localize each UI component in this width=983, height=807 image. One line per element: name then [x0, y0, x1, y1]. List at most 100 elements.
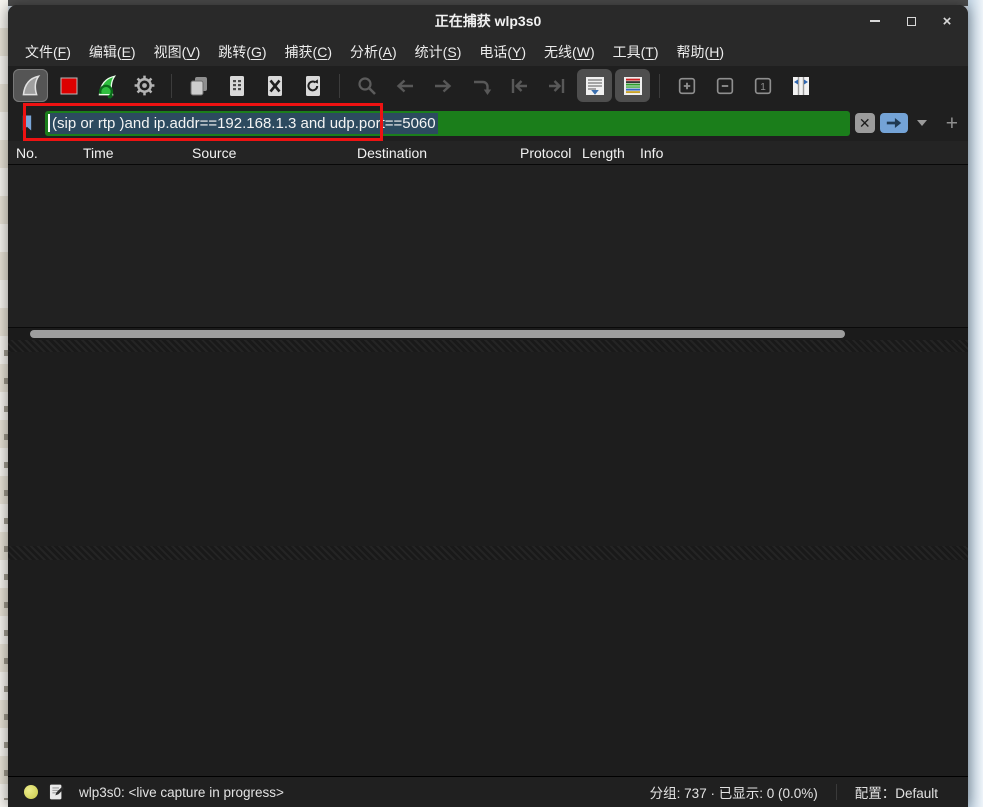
desktop-background-left: [0, 0, 8, 807]
bookmark-icon: [17, 113, 37, 133]
maximize-icon: [907, 17, 916, 26]
toolbar-separator: [171, 74, 172, 98]
menu-item-tools[interactable]: 工具(T): [604, 38, 668, 66]
find-packet-button: [349, 69, 384, 102]
filter-bookmark-button[interactable]: [14, 110, 40, 136]
title-bar[interactable]: 正在捕获 wlp3s0 ×: [8, 5, 968, 37]
packet-details-pane[interactable]: [8, 352, 968, 546]
column-header-info[interactable]: Info: [640, 145, 968, 161]
open-file-button[interactable]: [181, 69, 216, 102]
main-toolbar: 1: [8, 66, 968, 105]
horizontal-scrollbar[interactable]: [8, 328, 968, 340]
pane-splitter-2[interactable]: [8, 546, 968, 560]
first-icon: [507, 74, 531, 98]
reload-file-button[interactable]: [295, 69, 330, 102]
close-icon: ×: [943, 14, 952, 29]
menu-item-telephony[interactable]: 电话(Y): [470, 38, 535, 66]
minimize-button[interactable]: [868, 14, 882, 28]
toolbar-separator: [659, 74, 660, 98]
column-header-protocol[interactable]: Protocol: [520, 145, 582, 161]
close-doc-icon: [263, 74, 287, 98]
minimize-icon: [870, 20, 880, 22]
save-icon: [225, 74, 249, 98]
filter-dropdown-caret[interactable]: [917, 120, 927, 126]
window-controls: ×: [868, 5, 954, 37]
resize-cols-icon: [789, 74, 813, 98]
clear-x-icon: ✕: [859, 115, 871, 132]
go-back-button: [387, 69, 422, 102]
zoom-orig-icon: 1: [752, 75, 774, 97]
filter-input[interactable]: (sip or rtp )and ip.addr==192.168.1.3 an…: [45, 111, 850, 136]
resize-columns-button[interactable]: [783, 69, 818, 102]
menu-item-edit[interactable]: 编辑(E): [80, 38, 145, 66]
reload-doc-icon: [301, 74, 325, 98]
maximize-button[interactable]: [904, 14, 918, 28]
filter-clear-button[interactable]: ✕: [855, 113, 875, 133]
menu-item-capture[interactable]: 捕获(C): [276, 38, 341, 66]
stop-capture-button[interactable]: [51, 69, 86, 102]
packet-bytes-pane[interactable]: [8, 560, 968, 776]
arrow-left-icon: [393, 74, 417, 98]
last-icon: [545, 74, 569, 98]
desktop-background-right: [968, 0, 983, 807]
menu-item-statistics[interactable]: 统计(S): [406, 38, 471, 66]
filter-add-button[interactable]: +: [946, 113, 958, 134]
save-file-button[interactable]: [219, 69, 254, 102]
expert-info-button[interactable]: [24, 785, 38, 799]
zoom-out-button[interactable]: [707, 69, 742, 102]
start-capture-button[interactable]: [13, 69, 48, 102]
menu-item-wireless[interactable]: 无线(W): [535, 38, 604, 66]
packet-list-pane[interactable]: [8, 165, 968, 328]
open-icon: [187, 74, 211, 98]
close-button[interactable]: ×: [940, 14, 954, 28]
menu-bar: 文件(F)编辑(E)视图(V)跳转(G)捕获(C)分析(A)统计(S)电话(Y)…: [8, 37, 968, 66]
menu-item-help[interactable]: 帮助(H): [668, 38, 733, 66]
status-separator: [836, 784, 837, 800]
goto-icon: [469, 74, 493, 98]
menu-item-view[interactable]: 视图(V): [145, 38, 210, 66]
window-title: 正在捕获 wlp3s0: [435, 11, 542, 31]
status-bar: wlp3s0: <live capture in progress> 分组: 7…: [8, 776, 968, 807]
packet-list-header: No.TimeSourceDestinationProtocolLengthIn…: [8, 141, 968, 165]
gear-icon: [132, 73, 157, 98]
autoscroll-icon: [583, 74, 607, 98]
arrow-right-icon: [431, 74, 455, 98]
packet-count-text: 分组: 737 · 已显示: 0 (0.0%): [650, 782, 818, 802]
go-to-packet-button: [463, 69, 498, 102]
wireshark-window: 正在捕获 wlp3s0 × 文件(F)编辑(E)视图(V)跳转(G)捕获(C)分…: [8, 5, 968, 807]
go-last-packet-button: [539, 69, 574, 102]
zoom-in-icon: [676, 75, 698, 97]
colorize-toggle-button[interactable]: [615, 69, 650, 102]
go-first-packet-button: [501, 69, 536, 102]
stop-icon: [57, 74, 81, 98]
filter-apply-button[interactable]: [880, 113, 908, 133]
scrollbar-thumb[interactable]: [30, 330, 845, 338]
colorize-icon: [621, 74, 645, 98]
menu-item-file[interactable]: 文件(F): [16, 38, 80, 66]
capture-comment-icon[interactable]: [48, 783, 65, 801]
pane-splitter-1[interactable]: [8, 340, 968, 352]
column-header-time[interactable]: Time: [83, 145, 192, 161]
fin-restart-icon: [94, 73, 120, 99]
filter-bar: (sip or rtp )and ip.addr==192.168.1.3 an…: [8, 105, 968, 141]
column-header-no[interactable]: No.: [16, 145, 83, 161]
apply-arrow-icon: [885, 116, 903, 130]
auto-scroll-toggle-button[interactable]: [577, 69, 612, 102]
go-forward-button: [425, 69, 460, 102]
find-icon: [355, 74, 379, 98]
column-header-source[interactable]: Source: [192, 145, 357, 161]
close-file-button[interactable]: [257, 69, 292, 102]
zoom-out-icon: [714, 75, 736, 97]
filter-text: (sip or rtp )and ip.addr==192.168.1.3 an…: [50, 113, 438, 134]
column-header-length[interactable]: Length: [582, 145, 640, 161]
restart-capture-button[interactable]: [89, 69, 124, 102]
column-header-destination[interactable]: Destination: [357, 145, 520, 161]
zoom-in-button[interactable]: [669, 69, 704, 102]
menu-item-go[interactable]: 跳转(G): [209, 38, 275, 66]
menu-item-analyze[interactable]: 分析(A): [341, 38, 406, 66]
toolbar-separator: [339, 74, 340, 98]
capture-status-text: wlp3s0: <live capture in progress>: [79, 785, 284, 800]
capture-options-button[interactable]: [127, 69, 162, 102]
profile-text[interactable]: 配置：Default: [855, 782, 938, 802]
zoom-normal-button[interactable]: 1: [745, 69, 780, 102]
